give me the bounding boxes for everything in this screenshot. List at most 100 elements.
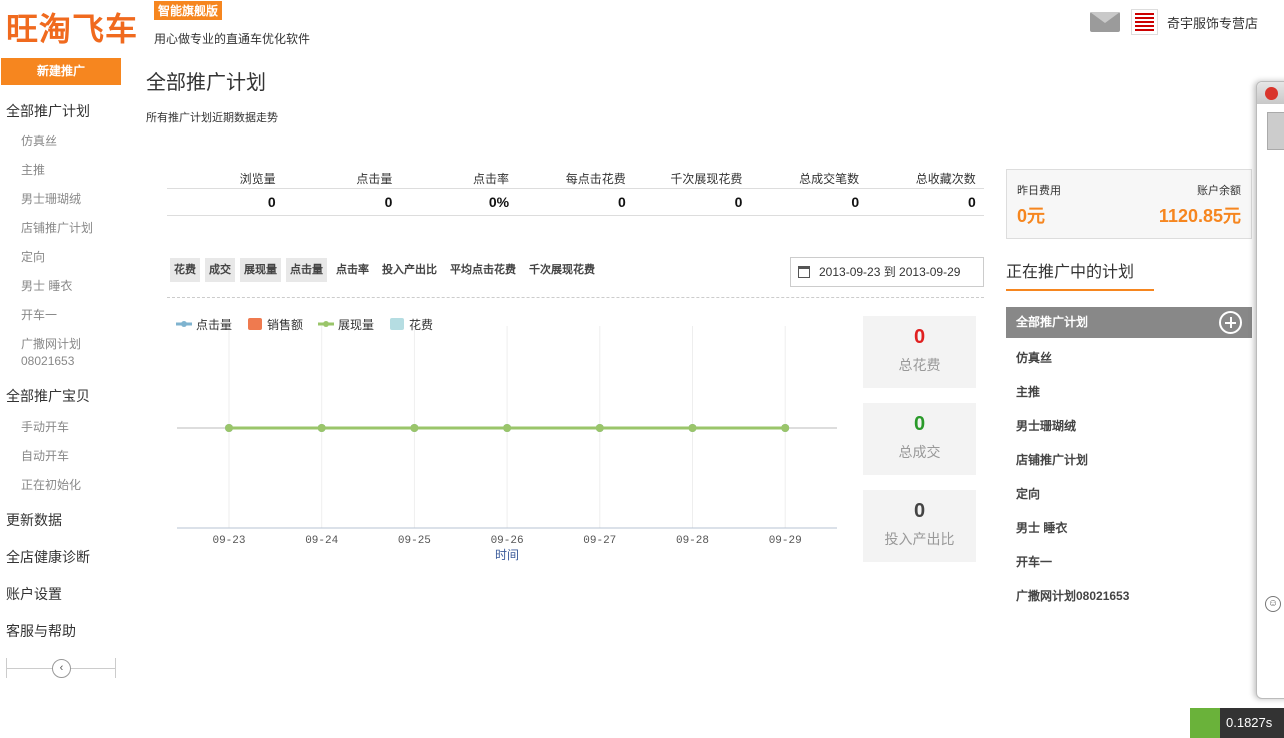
nav-campaign-item[interactable]: 开车一 — [21, 307, 57, 324]
account-summary: 昨日费用 账户余额 0元 1120.85元 — [1006, 169, 1252, 239]
nav-help[interactable]: 客服与帮助 — [6, 621, 76, 641]
nav-account-settings[interactable]: 账户设置 — [6, 584, 62, 604]
nav-campaign-item-id: 08021653 — [21, 354, 75, 368]
running-plans-title: 正在推广中的计划 — [1006, 258, 1154, 291]
nav-campaign-item-name: 广撒网计划 — [21, 337, 82, 351]
total-deals-card: 0 总成交 — [863, 403, 976, 475]
chat-window[interactable]: ☺ — [1256, 81, 1284, 699]
calendar-icon — [798, 266, 810, 278]
roi-label: 投入产出比 — [884, 531, 955, 547]
yesterday-cost-label: 昨日费用 — [1017, 185, 1061, 197]
total-cost-card: 0 总花费 — [863, 316, 976, 388]
avatar — [1267, 112, 1284, 150]
shop-name[interactable]: 奇宇服饰专营店 — [1167, 13, 1258, 32]
stats-value: 0 — [968, 194, 976, 210]
legend-label: 销售额 — [267, 317, 303, 332]
nav-campaign-item[interactable]: 男士珊瑚绒 — [21, 191, 81, 208]
nav-item-manual[interactable]: 手动开车 — [21, 419, 69, 436]
timer-value: 0.1827s — [1226, 715, 1273, 730]
running-all-plans-label: 全部推广计划 — [1016, 315, 1089, 329]
x-axis-title: 时间 — [495, 548, 519, 562]
x-tick-label: 09-29 — [769, 535, 802, 547]
tab-roi[interactable]: 投入产出比 — [378, 258, 441, 282]
stats-header: 浏览量 — [239, 172, 276, 186]
tab-deals[interactable]: 成交 — [205, 258, 235, 282]
running-plan-item[interactable]: 男士 睡衣 — [1016, 519, 1067, 536]
nav-all-items[interactable]: 全部推广宝贝 — [6, 386, 90, 406]
close-icon[interactable] — [1265, 87, 1278, 100]
tab-clicks[interactable]: 点击量 — [286, 258, 327, 282]
stats-header: 千次展现花费 — [670, 172, 743, 186]
nav-campaign-item[interactable]: 男士 睡衣 — [21, 278, 72, 295]
running-plan-item[interactable]: 广撒网计划08021653 — [1016, 587, 1129, 604]
nav-item-initializing[interactable]: 正在初始化 — [21, 477, 81, 494]
roi-value: 0 — [913, 500, 926, 522]
stats-value: 0 — [384, 194, 393, 210]
chat-titlebar[interactable] — [1257, 82, 1284, 104]
roi-card: 0 投入产出比 — [863, 490, 976, 562]
stats-value: 0 — [734, 194, 743, 210]
total-cost-value: 0 — [913, 326, 926, 348]
balance-value: 1120.85元 — [1158, 206, 1241, 226]
new-campaign-button[interactable]: 新建推广 — [1, 58, 121, 85]
app-logo: 旺淘飞车 — [6, 10, 139, 48]
nav-campaign-item[interactable]: 广撒网计划 08021653 — [21, 336, 81, 370]
balance-label: 账户余额 — [1197, 185, 1241, 197]
data-point — [317, 424, 326, 432]
data-point — [225, 424, 233, 432]
collapse-sidebar-icon[interactable]: ‹ — [52, 659, 71, 678]
nav-campaign-item[interactable]: 仿真丝 — [21, 133, 57, 150]
stats-value: 0% — [488, 194, 510, 210]
stats-header: 点击量 — [356, 172, 393, 186]
nav-campaign-item[interactable]: 定向 — [21, 249, 45, 266]
tab-avg-click-cost[interactable]: 平均点击花费 — [446, 258, 520, 282]
page-subtitle: 所有推广计划近期数据走势 — [146, 112, 278, 124]
tab-cost[interactable]: 花费 — [170, 258, 200, 282]
legend-swatch — [248, 318, 262, 330]
tab-cpm[interactable]: 千次展现花费 — [525, 258, 599, 282]
tab-impressions[interactable]: 展现量 — [240, 258, 281, 282]
metric-tabs: 花费 成交 展现量 点击量 点击率 投入产出比 平均点击花费 千次展现花费 — [170, 258, 599, 282]
x-tick-label: 09-26 — [491, 535, 524, 547]
stats-header: 总收藏次数 — [915, 172, 976, 186]
x-tick-label: 09-23 — [212, 535, 245, 547]
add-plan-icon[interactable] — [1219, 311, 1242, 334]
stats-header-row: 浏览量 点击量 点击率 每点击花费 千次展现花费 总成交笔数 总收藏次数 — [167, 170, 984, 189]
nav-all-campaigns[interactable]: 全部推广计划 — [6, 101, 90, 121]
nav-item-auto[interactable]: 自动开车 — [21, 448, 69, 465]
running-plan-item[interactable]: 仿真丝 — [1016, 349, 1052, 366]
trend-chart: 点击量 销售额 展现量 花费 09-23 09-24 09-25 09-26 09-27 09-2… — [176, 317, 837, 562]
legend-label: 点击量 — [196, 318, 232, 332]
data-point — [688, 424, 697, 432]
data-point — [410, 424, 419, 432]
running-plan-item[interactable]: 男士珊瑚绒 — [1016, 417, 1076, 434]
shop-logo-icon — [1131, 9, 1158, 35]
nav-campaign-item[interactable]: 店铺推广计划 — [21, 220, 93, 237]
stats-header: 点击率 — [473, 172, 510, 186]
date-range-picker[interactable]: 2013-09-23 到 2013-09-29 — [790, 257, 984, 287]
x-tick-label: 09-24 — [305, 535, 338, 547]
stats-value: 0 — [267, 194, 276, 210]
date-range-value: 2013-09-23 到 2013-09-29 — [819, 265, 961, 279]
running-plan-item[interactable]: 定向 — [1016, 485, 1040, 502]
divider — [167, 297, 984, 298]
total-cost-label: 总花费 — [898, 357, 941, 373]
tab-ctr[interactable]: 点击率 — [332, 258, 373, 282]
nav-campaign-item[interactable]: 主推 — [21, 162, 45, 179]
yesterday-cost-value: 0元 — [1017, 206, 1046, 226]
emoji-icon[interactable]: ☺ — [1265, 596, 1281, 612]
stats-table: 浏览量 点击量 点击率 每点击花费 千次展现花费 总成交笔数 总收藏次数 0 0… — [167, 170, 984, 216]
running-plan-item[interactable]: 店铺推广计划 — [1016, 451, 1088, 468]
slogan: 用心做专业的直通车优化软件 — [154, 32, 311, 46]
legend-swatch — [390, 318, 404, 330]
total-deals-label: 总成交 — [898, 444, 941, 460]
legend-swatch-dot — [323, 321, 329, 327]
mail-icon[interactable] — [1090, 12, 1120, 32]
x-tick-label: 09-25 — [398, 535, 431, 547]
nav-health-check[interactable]: 全店健康诊断 — [6, 547, 90, 567]
running-plan-item[interactable]: 主推 — [1016, 383, 1040, 400]
running-plan-item[interactable]: 开车一 — [1016, 553, 1052, 570]
stats-header: 每点击花费 — [565, 172, 626, 186]
running-all-plans[interactable]: 全部推广计划 — [1006, 307, 1252, 338]
nav-update-data[interactable]: 更新数据 — [6, 510, 62, 530]
